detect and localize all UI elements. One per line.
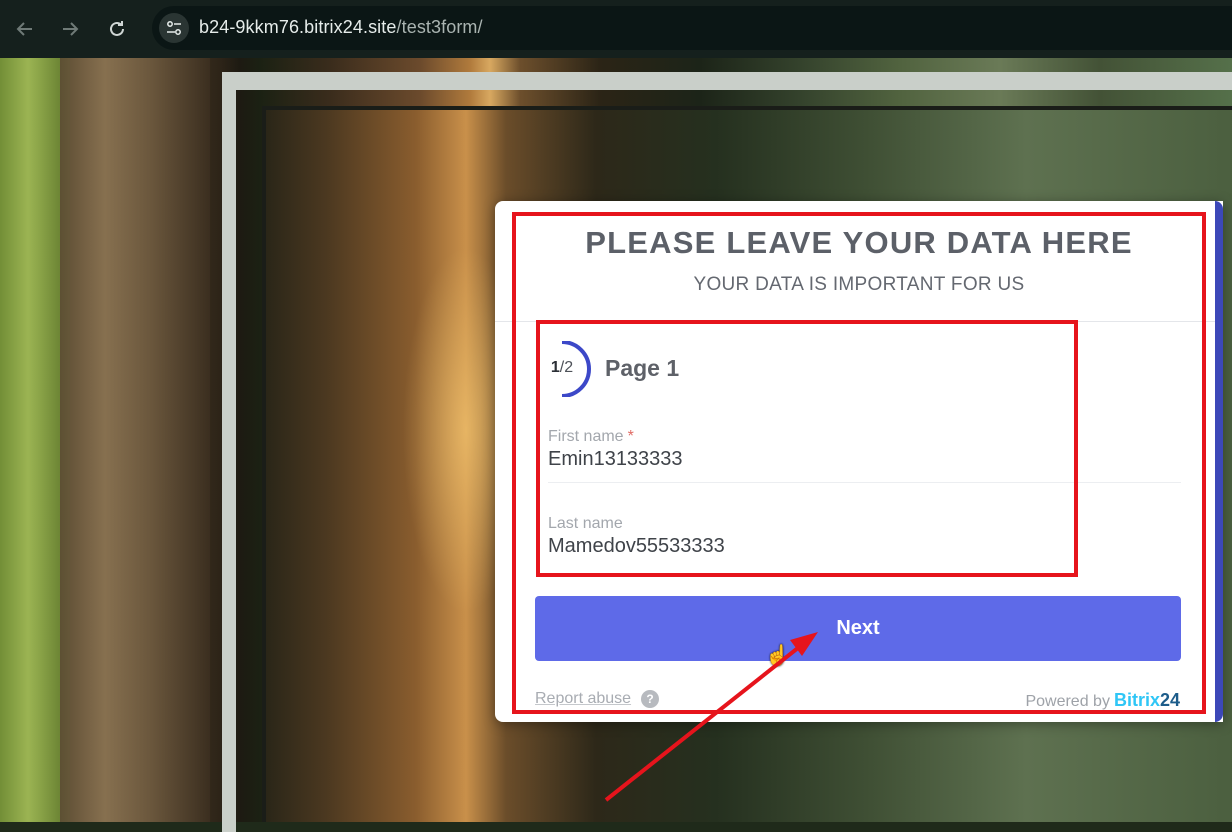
reload-button[interactable] (102, 14, 132, 44)
browser-toolbar: b24-9kkm76.bitrix24.site/test3form/ (0, 0, 1232, 58)
required-asterisk: * (627, 428, 634, 445)
header-divider (495, 321, 1215, 322)
forward-button[interactable] (55, 14, 85, 44)
form-subtitle: YOUR DATA IS IMPORTANT FOR US (693, 274, 1025, 295)
first-name-input[interactable]: Emin13133333 (548, 448, 1181, 471)
field-underline (548, 482, 1181, 483)
back-button[interactable] (10, 14, 40, 44)
hand-cursor-icon: ☝ (765, 645, 790, 667)
first-name-label: First name * (548, 428, 1181, 446)
address-bar[interactable]: b24-9kkm76.bitrix24.site/test3form/ (152, 6, 1232, 50)
tune-icon (167, 21, 181, 35)
help-icon[interactable]: ? (641, 690, 659, 708)
first-name-field[interactable]: First name * Emin13133333 (548, 428, 1181, 488)
url-path: /test3form/ (396, 17, 483, 37)
site-info-button[interactable] (159, 13, 189, 43)
arrow-left-icon (16, 22, 32, 36)
form-card: PLEASE LEAVE YOUR DATA HERE YOUR DATA IS… (495, 201, 1223, 722)
arrow-right-icon (63, 22, 79, 36)
background-tree-trunk (60, 58, 210, 822)
url-text: b24-9kkm76.bitrix24.site/test3form/ (199, 17, 483, 38)
form-title: PLEASE LEAVE YOUR DATA HERE (585, 225, 1133, 260)
powered-by: Powered by Bitrix24 (1025, 690, 1180, 711)
powered-by-text: Powered by (1025, 693, 1110, 710)
brand-number: 24 (1159, 690, 1180, 710)
progress-label: 1/2 (540, 359, 584, 377)
brand-name: Bitrix (1113, 690, 1160, 710)
progress-current: 1 (550, 359, 560, 376)
bitrix24-logo[interactable]: Bitrix24 (1114, 690, 1180, 710)
progress-indicator: 1/2 (540, 340, 592, 398)
first-name-label-text: First name (548, 428, 624, 445)
last-name-label: Last name (548, 515, 623, 532)
report-abuse-link[interactable]: Report abuse (535, 690, 631, 708)
reload-icon (110, 21, 124, 36)
next-button[interactable]: Next (535, 596, 1181, 661)
progress-total: /2 (559, 359, 574, 376)
url-domain: b24-9kkm76.bitrix24.site (199, 17, 397, 37)
page-title: Page 1 (605, 355, 680, 381)
last-name-field[interactable]: Last name Mamedov55533333 (548, 515, 1181, 575)
last-name-input[interactable]: Mamedov55533333 (548, 535, 1181, 558)
